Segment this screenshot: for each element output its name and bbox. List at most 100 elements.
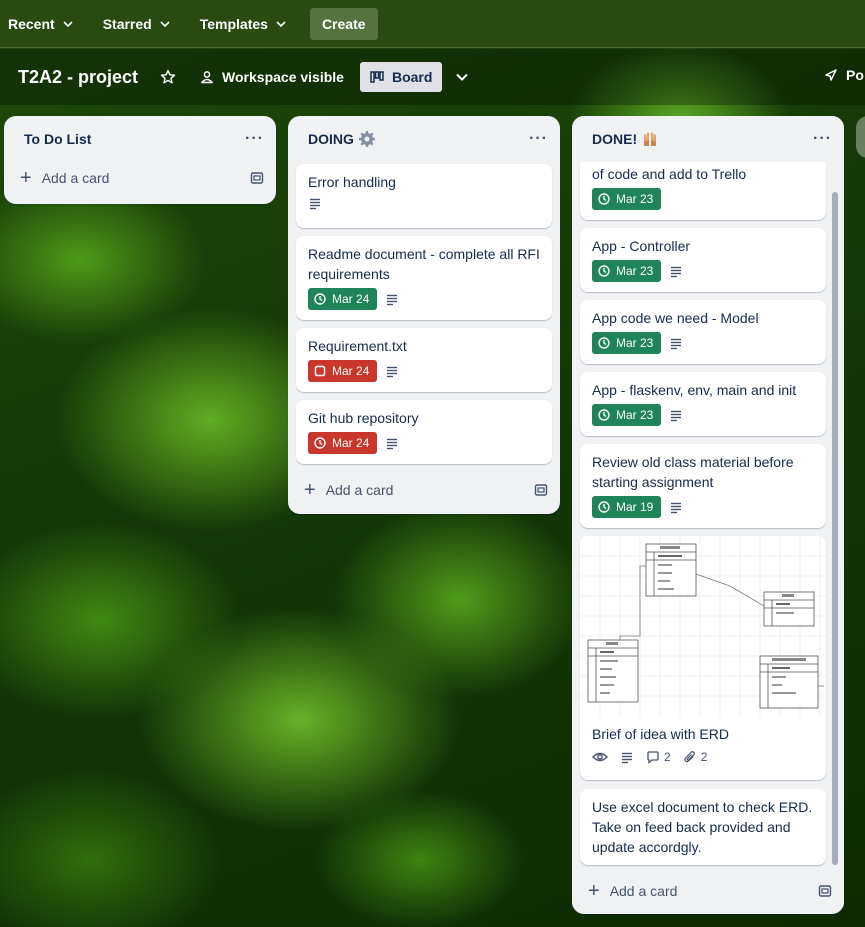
card-title: Git hub repository bbox=[308, 410, 419, 426]
chevron-down-icon bbox=[63, 20, 73, 27]
nav-templates[interactable]: Templates bbox=[192, 8, 294, 40]
due-date-text: Mar 23 bbox=[616, 336, 654, 350]
due-date-text: Mar 23 bbox=[616, 408, 654, 422]
more-icon[interactable]: ··· bbox=[245, 130, 264, 148]
list-title[interactable]: To Do List bbox=[24, 131, 91, 147]
comments-count: 2 bbox=[664, 750, 671, 764]
card[interactable]: App - flaskenv, env, main and init Mar 2… bbox=[580, 372, 826, 436]
description-icon bbox=[387, 438, 398, 450]
attachments-badge: 2 bbox=[683, 750, 707, 764]
people-icon bbox=[201, 71, 213, 84]
card-title: Review old class material before startin… bbox=[592, 454, 794, 490]
due-date-badge[interactable]: Mar 24 bbox=[308, 360, 378, 382]
list-title[interactable]: DOING bbox=[308, 130, 376, 148]
chevron-down-icon bbox=[276, 20, 286, 27]
card-badges: Mar 23 bbox=[592, 332, 814, 354]
clock-icon bbox=[598, 193, 610, 205]
power-ups-label: Po bbox=[846, 67, 864, 83]
card[interactable]: Error handling bbox=[296, 164, 552, 228]
card[interactable]: Review old class material before startin… bbox=[580, 444, 826, 528]
list-header: DOING ··· bbox=[288, 116, 560, 162]
add-card-button[interactable]: + Add a card bbox=[288, 474, 560, 506]
due-date-badge[interactable]: Mar 23 bbox=[592, 260, 662, 282]
nav-recent[interactable]: Recent bbox=[0, 8, 81, 40]
card-badges: 2 2 bbox=[592, 750, 814, 764]
due-date-badge[interactable]: Mar 23 bbox=[592, 188, 662, 210]
list-done: DONE! ··· of code and add to Trello Mar … bbox=[572, 116, 844, 914]
top-nav: Recent Starred Templates Create bbox=[0, 0, 865, 48]
due-date-badge[interactable]: Mar 23 bbox=[592, 404, 662, 426]
board-title[interactable]: T2A2 - project bbox=[18, 67, 138, 88]
clock-icon bbox=[598, 265, 610, 277]
description-icon bbox=[671, 410, 682, 422]
star-icon[interactable] bbox=[160, 69, 176, 85]
nav-starred-label: Starred bbox=[102, 15, 152, 32]
list-title-text: DONE! bbox=[592, 131, 638, 147]
eye-icon bbox=[592, 752, 608, 762]
comment-icon bbox=[647, 751, 659, 764]
add-card-button[interactable]: + Add a card bbox=[4, 162, 276, 194]
raised-hands-emoji-icon bbox=[644, 132, 657, 146]
card-title: Use excel document to check ERD. Take on… bbox=[592, 799, 813, 855]
add-list-edge[interactable] bbox=[856, 116, 865, 158]
card-title: App code we need - Model bbox=[592, 310, 759, 326]
card-badges: Mar 24 bbox=[308, 432, 540, 454]
add-card-label: Add a card bbox=[609, 883, 678, 899]
list-scrollbar-thumb[interactable] bbox=[832, 192, 838, 865]
card-badges: Mar 19 bbox=[592, 496, 814, 518]
more-icon[interactable]: ··· bbox=[529, 130, 548, 148]
workspace-visible-button[interactable]: Workspace visible bbox=[200, 69, 344, 85]
card-title: Requirement.txt bbox=[308, 338, 407, 354]
board-icon bbox=[370, 71, 384, 83]
due-date-badge[interactable]: Mar 24 bbox=[308, 288, 378, 310]
add-card-label: Add a card bbox=[41, 170, 110, 186]
card-badges: Mar 24 bbox=[308, 360, 540, 382]
description-icon bbox=[671, 338, 682, 350]
clock-icon bbox=[598, 337, 610, 349]
workspace-visible-label: Workspace visible bbox=[222, 69, 344, 85]
due-date-badge[interactable]: Mar 23 bbox=[592, 332, 662, 354]
due-date-badge[interactable]: Mar 19 bbox=[592, 496, 662, 518]
clock-icon bbox=[314, 437, 326, 449]
template-icon[interactable] bbox=[534, 483, 548, 497]
template-icon[interactable] bbox=[250, 171, 264, 185]
card-badges bbox=[308, 196, 540, 210]
template-icon[interactable] bbox=[818, 884, 832, 898]
description-icon bbox=[622, 752, 632, 764]
due-date-text: Mar 23 bbox=[616, 192, 654, 206]
card-badges: Mar 23 bbox=[592, 260, 814, 282]
chevron-down-icon[interactable] bbox=[454, 69, 470, 85]
card[interactable]: Brief of idea with ERD 2 2 bbox=[580, 536, 826, 780]
card[interactable]: Requirement.txt Mar 24 bbox=[296, 328, 552, 392]
card[interactable]: Use excel document to check ERD. Take on… bbox=[580, 789, 826, 865]
plus-icon: + bbox=[304, 479, 316, 501]
add-card-label: Add a card bbox=[325, 482, 394, 498]
create-button[interactable]: Create bbox=[309, 7, 378, 40]
gear-emoji-icon bbox=[358, 131, 375, 147]
card[interactable]: Git hub repository Mar 24 bbox=[296, 400, 552, 464]
add-card-button[interactable]: + Add a card bbox=[572, 875, 844, 907]
due-date-text: Mar 19 bbox=[616, 500, 654, 514]
board-header: T2A2 - project Workspace visible Board P… bbox=[0, 49, 865, 105]
due-date-text: Mar 24 bbox=[332, 436, 370, 450]
power-ups-button[interactable]: Po bbox=[824, 67, 864, 83]
card-title: of code and add to Trello bbox=[592, 166, 747, 182]
card-title: Readme document - complete all RFI requi… bbox=[308, 246, 540, 282]
paperclip-icon bbox=[683, 751, 695, 763]
list-title[interactable]: DONE! bbox=[592, 130, 659, 148]
card-badges: Mar 24 bbox=[308, 288, 540, 310]
card-title: App - Controller bbox=[592, 238, 691, 254]
card[interactable]: App code we need - Model Mar 23 bbox=[580, 300, 826, 364]
nav-starred[interactable]: Starred bbox=[95, 8, 178, 40]
due-date-text: Mar 23 bbox=[616, 264, 654, 278]
due-date-text: Mar 24 bbox=[332, 292, 370, 306]
list-header: To Do List ··· bbox=[4, 116, 276, 162]
more-icon[interactable]: ··· bbox=[813, 130, 832, 148]
card-title: Brief of idea with ERD bbox=[592, 726, 729, 742]
card[interactable]: Readme document - complete all RFI requi… bbox=[296, 236, 552, 320]
description-icon bbox=[387, 294, 398, 306]
card[interactable]: App - Controller Mar 23 bbox=[580, 228, 826, 292]
list-doing: DOING ··· Error handling Readme document… bbox=[288, 116, 560, 514]
due-date-badge[interactable]: Mar 24 bbox=[308, 432, 378, 454]
board-view-button[interactable]: Board bbox=[359, 62, 443, 92]
